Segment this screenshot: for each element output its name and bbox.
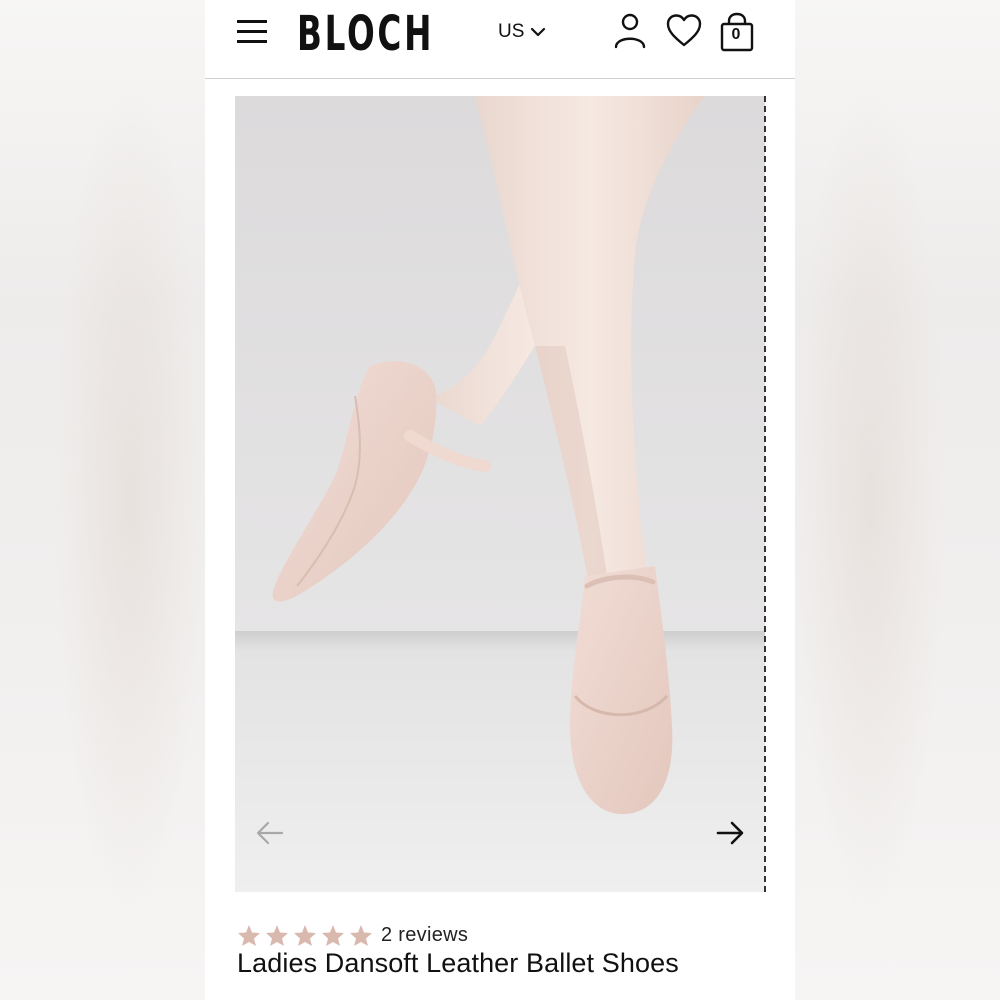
region-selector[interactable]: US	[498, 18, 546, 46]
product-title: Ladies Dansoft Leather Ballet Shoes	[237, 948, 679, 978]
gallery-scroll-edge	[764, 96, 766, 892]
user-icon	[614, 13, 646, 49]
brand-logo[interactable]: BLOCH	[297, 4, 434, 64]
product-image-gallery[interactable]	[235, 96, 765, 892]
gallery-next-button[interactable]	[715, 820, 745, 851]
star-icon	[350, 924, 372, 946]
site-header: BLOCH US 0	[205, 0, 795, 79]
cart-count-badge: 0	[731, 26, 741, 43]
gallery-prev-button[interactable]	[255, 820, 285, 851]
chevron-down-icon	[531, 27, 546, 37]
product-rating: 2 reviews	[237, 921, 468, 949]
hamburger-menu-icon[interactable]	[237, 18, 271, 46]
background-blur-right	[795, 0, 1000, 1000]
mobile-page: BLOCH US 0 2 reviews Ladies Dansoft Leat…	[205, 0, 795, 1000]
region-label: US	[498, 21, 525, 42]
product-image	[235, 96, 765, 892]
star-icon	[322, 924, 344, 946]
arrow-right-icon	[716, 821, 744, 845]
wishlist-button[interactable]	[665, 12, 703, 55]
account-button[interactable]	[613, 12, 647, 55]
star-icon	[266, 924, 288, 946]
reviews-link[interactable]: 2 reviews	[381, 924, 468, 947]
star-icon	[294, 924, 316, 946]
star-rating	[237, 924, 373, 947]
cart-button[interactable]: 0	[719, 12, 755, 57]
heart-icon	[666, 14, 702, 47]
arrow-left-icon	[256, 821, 284, 845]
background-blur-left	[0, 0, 205, 1000]
star-icon	[238, 924, 260, 946]
